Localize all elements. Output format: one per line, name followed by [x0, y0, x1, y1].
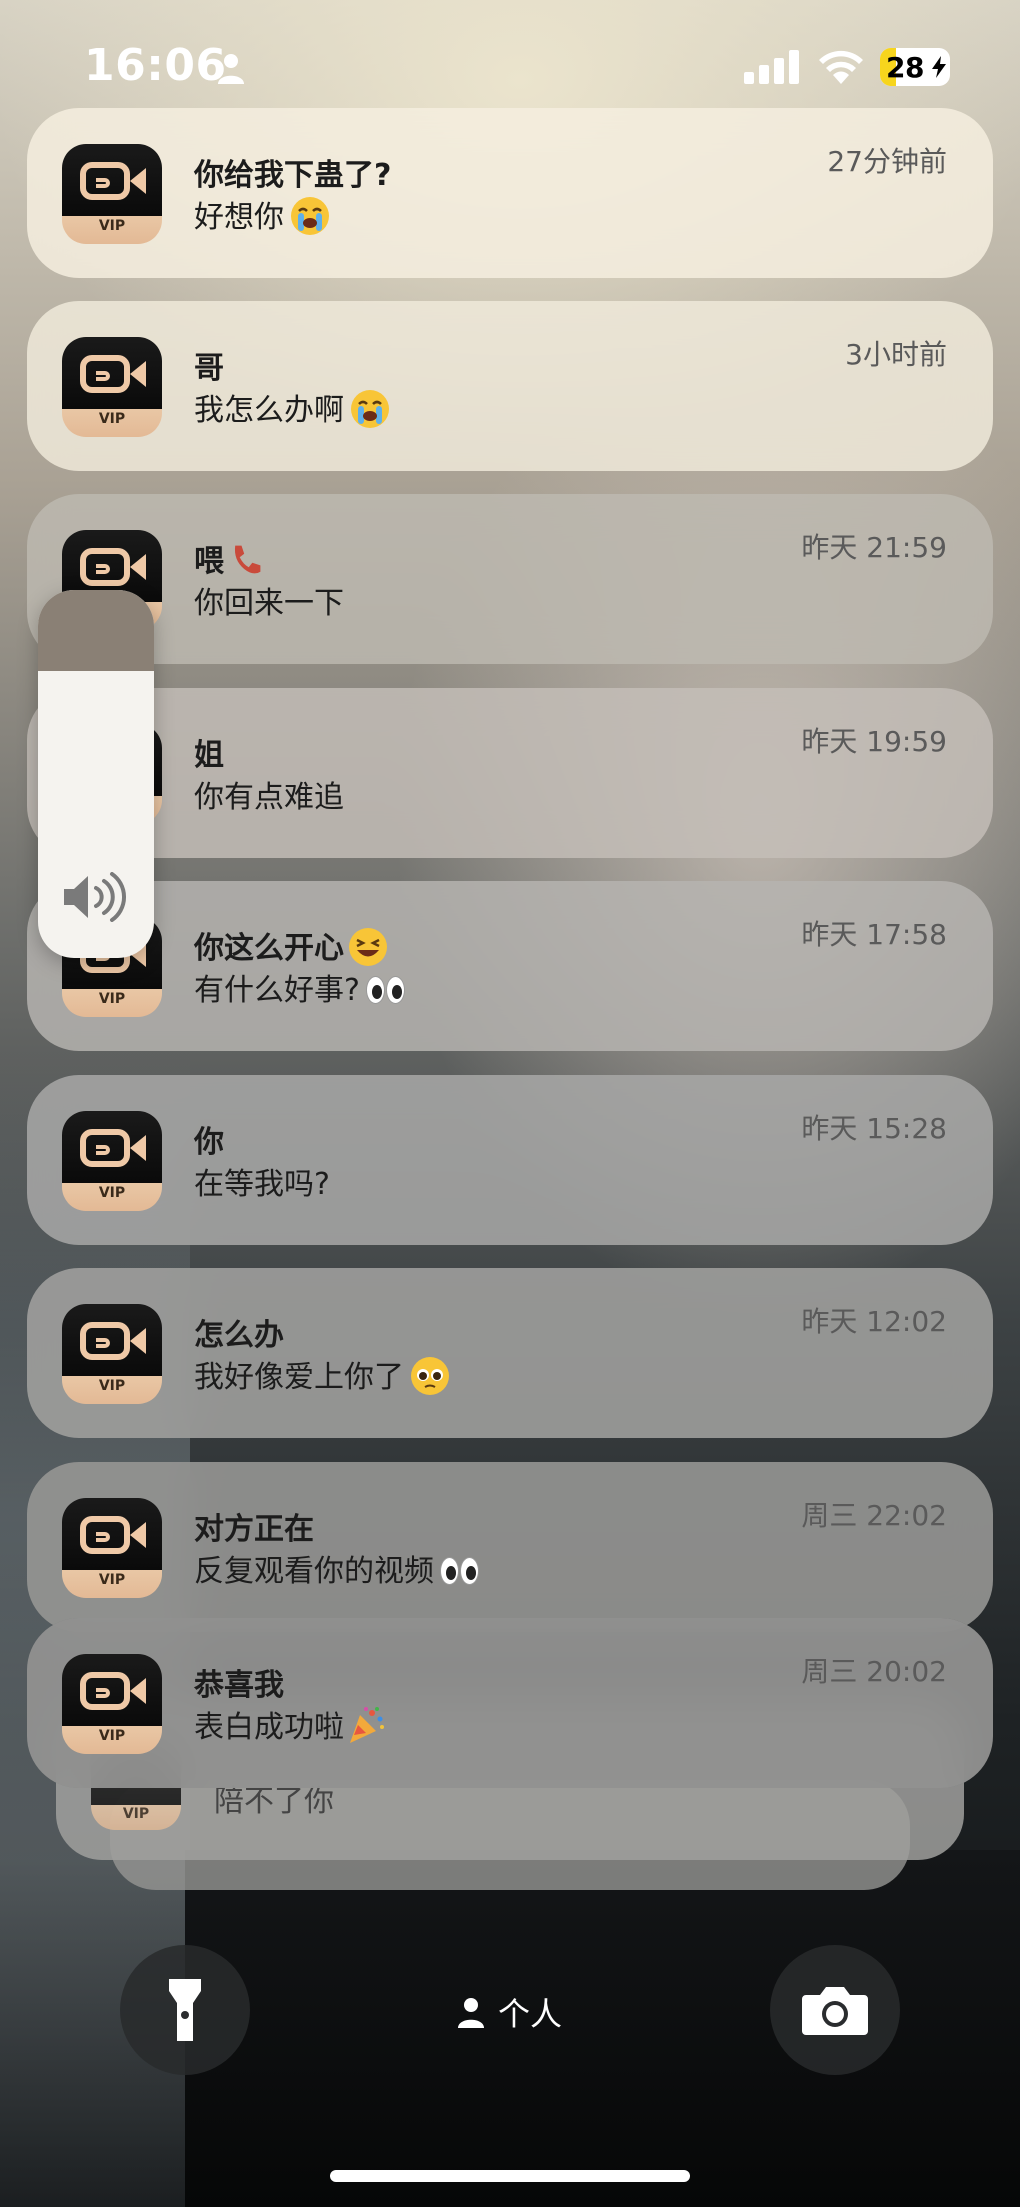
party-popper-icon: [350, 1707, 384, 1743]
camera-lens-shape: [130, 554, 146, 580]
notification-body: 有什么好事?: [194, 965, 408, 1009]
eyes-icon: [438, 1557, 482, 1587]
notification-card[interactable]: VIP喂你回来一下昨天 21:59: [27, 494, 993, 664]
telephone-icon: [234, 545, 261, 574]
notification-body: 表白成功啦: [194, 1702, 386, 1746]
notification-title: 喂: [194, 536, 264, 580]
video-app-icon: VIP: [62, 1498, 162, 1598]
vip-badge: VIP: [122, 1806, 150, 1822]
video-app-icon: VIP: [62, 337, 162, 437]
notification-body: 你有点难追: [194, 780, 344, 815]
notification-title: 你这么开心: [194, 923, 388, 967]
video-app-icon: VIP: [62, 1304, 162, 1404]
volume-slider[interactable]: [38, 590, 154, 958]
camera-lens-shape: [130, 1522, 146, 1548]
notification-time: 周三 22:02: [801, 1499, 947, 1532]
camera-lens-shape: [130, 361, 146, 387]
camera-lens-shape: [130, 168, 146, 194]
notification-time: 昨天 17:58: [801, 918, 947, 951]
focus-mode-label[interactable]: 个人: [498, 1989, 562, 2035]
camera-body-shape: [80, 355, 130, 393]
charging-bolt-icon: [932, 56, 946, 78]
vip-badge: VIP: [98, 411, 126, 427]
person-icon: [218, 54, 244, 84]
wifi-icon: [819, 50, 863, 84]
camera-icon: [802, 1987, 868, 2035]
notification-body: 好想你: [194, 192, 330, 236]
speaker-volume-icon: [64, 872, 126, 922]
crying-face-icon: [291, 197, 329, 235]
notification-card[interactable]: VIP 你在等我吗? 昨天 15:28: [27, 1075, 993, 1245]
notification-card[interactable]: VIP 恭喜我 表白成功啦 周三 20:02: [27, 1618, 993, 1788]
eyes-icon: [364, 976, 408, 1006]
notification-card[interactable]: VIP 你这么开心 有什么好事? 昨天 17:58: [27, 881, 993, 1051]
notification-body: 反复观看你的视频: [194, 1546, 482, 1590]
notification-title: 怎么办: [194, 1318, 284, 1353]
clock-time: 16:06: [84, 40, 227, 91]
vip-badge: VIP: [98, 1185, 126, 1201]
vip-badge: VIP: [98, 218, 126, 234]
notification-time: 昨天 19:59: [801, 725, 947, 758]
volume-track-empty: [38, 590, 154, 671]
vip-badge: VIP: [98, 991, 126, 1007]
notification-title: 你: [194, 1125, 224, 1160]
camera-lens-shape: [130, 1135, 146, 1161]
camera-body-shape: [80, 1322, 130, 1360]
notification-title: 你给我下蛊了?: [194, 158, 392, 193]
video-app-icon: VIP: [62, 1111, 162, 1211]
video-app-icon: VIP: [62, 144, 162, 244]
camera-lens-shape: [130, 1678, 146, 1704]
video-app-icon: VIP: [62, 1654, 162, 1754]
notification-body: 我好像爱上你了: [194, 1352, 450, 1396]
notification-title: 哥: [194, 351, 224, 386]
battery-indicator: 28: [880, 48, 950, 86]
notification-title: 对方正在: [194, 1512, 314, 1547]
notification-card[interactable]: VIP 对方正在 反复观看你的视频 周三 22:02: [27, 1462, 993, 1632]
notification-title: 姐: [194, 738, 224, 773]
camera-button[interactable]: [770, 1945, 900, 2075]
camera-lens-shape: [130, 1328, 146, 1354]
vip-badge: VIP: [98, 1572, 126, 1588]
notification-card[interactable]: VIP 怎么办 我好像爱上你了 昨天 12:02: [27, 1268, 993, 1438]
notification-body: 在等我吗?: [194, 1167, 330, 1202]
camera-body-shape: [80, 548, 130, 586]
flashlight-icon: [169, 1979, 201, 2041]
person-focus-icon: [458, 1998, 484, 2028]
flashlight-button[interactable]: [120, 1945, 250, 2075]
camera-body-shape: [80, 162, 130, 200]
pleading-face-icon: [411, 1357, 449, 1395]
vip-badge: VIP: [98, 1728, 126, 1744]
battery-level: 28: [886, 51, 924, 84]
camera-body-shape: [80, 1129, 130, 1167]
notification-card[interactable]: VIP 你给我下蛊了? 好想你 27分钟前: [27, 108, 993, 278]
camera-body-shape: [80, 1672, 130, 1710]
status-bar: 16:06 28: [0, 0, 1020, 120]
notification-time: 周三 20:02: [801, 1655, 947, 1688]
crying-face-icon: [351, 390, 389, 428]
notification-time: 27分钟前: [827, 145, 947, 178]
home-indicator[interactable]: [330, 2170, 690, 2182]
notification-card[interactable]: VIP姐你有点难追昨天 19:59: [27, 688, 993, 858]
notification-body: 你回来一下: [194, 586, 344, 621]
notification-time: 昨天 12:02: [801, 1305, 947, 1338]
notification-title: 恭喜我: [194, 1668, 284, 1703]
laughing-face-icon: [349, 928, 387, 966]
vip-badge: VIP: [98, 1378, 126, 1394]
cellular-signal-icon: [744, 50, 799, 84]
notification-card[interactable]: VIP 哥我怎么办啊 3小时前: [27, 301, 993, 471]
notification-time: 昨天 21:59: [801, 531, 947, 564]
notification-time: 昨天 15:28: [801, 1112, 947, 1145]
camera-body-shape: [80, 1516, 130, 1554]
notification-body: 我怎么办啊: [194, 385, 390, 429]
notification-time: 3小时前: [845, 338, 947, 371]
